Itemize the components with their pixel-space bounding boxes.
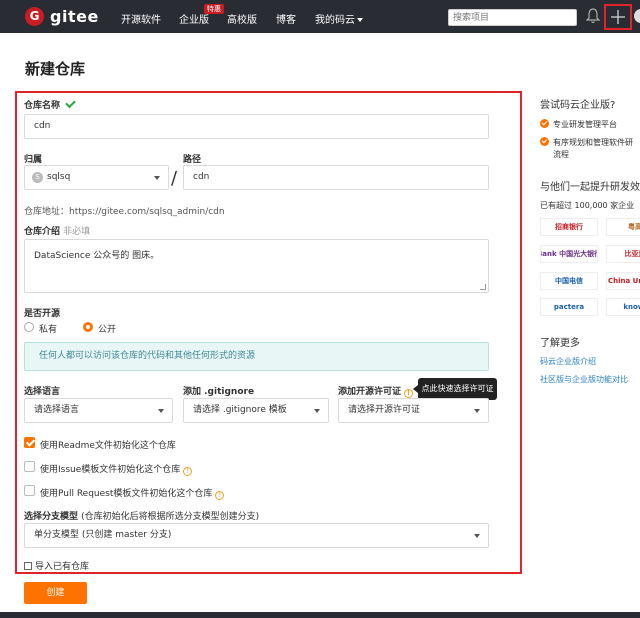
gitignore-label: 添加 .gitignore (183, 387, 255, 397)
branch-model-label: 选择分支模型 (仓库初始化后将根据所选分支模型创建分支) (24, 509, 259, 522)
plus-icon (611, 10, 625, 24)
logo-byd: 比亚迪 (606, 245, 640, 263)
owner-select-value: sqlsq (47, 172, 71, 182)
sidebar-feature-2: 有序规划和管理软件研 (553, 138, 633, 147)
nav-blog[interactable]: 博客 (276, 11, 296, 26)
user-avatar[interactable] (634, 9, 640, 23)
branch-model-select[interactable]: 单分支模型 (只创建 master 分支) (24, 523, 489, 548)
info-icon[interactable]: ! (404, 389, 414, 398)
path-label: 路径 (183, 155, 202, 165)
gitee-logo-text[interactable]: gitee (50, 7, 99, 26)
desc-label-text: 仓库介绍 (24, 227, 61, 237)
owner-select[interactable]: S sqlsq (24, 165, 169, 190)
nav-education[interactable]: 高校版 (227, 11, 257, 26)
sidebar-section2-title: 与他们一起提升研发效 (540, 182, 640, 193)
info-icon[interactable]: ! (183, 467, 193, 476)
open-source-label: 是否开源 (24, 309, 61, 319)
bell-icon[interactable] (586, 8, 600, 24)
chevron-down-icon (357, 18, 363, 22)
branch-model-select-value: 单分支模型 (只创建 master 分支) (34, 530, 172, 540)
chevron-down-icon (154, 176, 160, 180)
link-compare[interactable]: 社区版与企业版功能对比 (540, 374, 628, 385)
chevron-down-icon (474, 534, 480, 538)
sidebar-stats: 已有超过 100,000 家企业 (540, 201, 635, 210)
logo-yuegao: 粤高 (606, 218, 640, 236)
branch-model-label-text: 选择分支模型 (24, 512, 79, 522)
owner-avatar: S (32, 172, 43, 183)
sidebar-title: 尝试码云企业版? (540, 100, 616, 111)
nav-open-source[interactable]: 开源软件 (121, 11, 161, 26)
gitee-logo-icon[interactable]: G (25, 7, 44, 26)
radio-private-label[interactable]: 私有 (39, 322, 57, 335)
hot-badge: 特惠 (204, 4, 224, 14)
desc-optional-hint: 非必填 (63, 227, 91, 237)
resize-handle-icon[interactable] (480, 284, 486, 290)
nav-my-gitee-label: 我的码云 (315, 15, 355, 26)
desc-textarea[interactable]: DataScience 公众号的 图床。 (24, 239, 489, 293)
info-icon[interactable]: ! (215, 491, 225, 500)
logo-china-telecom: 中国电信 (540, 272, 598, 290)
public-info-box: 任何人都可以访问该仓库的代码和其他任何形式的资源 (24, 342, 489, 371)
language-select-value: 请选择语言 (34, 405, 80, 415)
license-tooltip: 点此快速选择许可证 (418, 378, 497, 400)
import-repo-link-text: 导入已有仓库 (35, 562, 90, 572)
check-icon (65, 97, 76, 109)
pr-checkbox-label[interactable]: 使用Pull Request模板文件初始化这个仓库! (40, 486, 225, 500)
chevron-down-icon (158, 409, 164, 413)
pr-checkbox-label-text: 使用Pull Request模板文件初始化这个仓库 (40, 489, 213, 499)
radio-public[interactable] (83, 322, 93, 332)
radio-private[interactable] (24, 322, 34, 332)
chevron-down-icon (474, 409, 480, 413)
sidebar-feature-2-cont: 流程 (553, 150, 569, 159)
language-label: 选择语言 (24, 387, 61, 397)
repo-name-input[interactable]: cdn (24, 114, 489, 139)
logo-pactera: pactera (540, 298, 598, 316)
issue-checkbox[interactable] (24, 461, 35, 472)
readme-checkbox[interactable] (24, 437, 35, 448)
check-circle-icon (540, 137, 549, 146)
logo-ceb: Bank 中国光大银行 (540, 245, 598, 263)
search-input[interactable] (448, 9, 577, 26)
language-select[interactable]: 请选择语言 (24, 398, 173, 423)
issue-checkbox-label[interactable]: 使用Issue模板文件初始化这个仓库! (40, 462, 193, 476)
chevron-down-icon (314, 409, 320, 413)
branch-model-hint: (仓库初始化后将根据所选分支模型创建分支) (81, 512, 260, 522)
desc-label: 仓库介绍 非必填 (24, 224, 90, 237)
learn-more-title: 了解更多 (540, 338, 580, 349)
nav-my-gitee[interactable]: 我的码云 (315, 11, 363, 26)
logo-knowl: knowl (606, 298, 640, 316)
license-label-text: 添加开源许可证 (338, 387, 402, 397)
readme-checkbox-label[interactable]: 使用Readme文件初始化这个仓库 (40, 438, 176, 451)
gitignore-select[interactable]: 请选择 .gitignore 模板 (183, 398, 329, 423)
owner-label: 归属 (24, 155, 43, 165)
license-label: 添加开源许可证! (338, 384, 414, 398)
check-circle-icon (540, 119, 549, 128)
license-select-value: 请选择开源许可证 (348, 405, 421, 415)
link-enterprise-intro[interactable]: 码云企业版介绍 (540, 356, 596, 367)
radio-public-label[interactable]: 公开 (98, 322, 116, 335)
path-input[interactable]: cdn (183, 165, 489, 190)
logo-china-unicom: China Unicom (606, 272, 640, 290)
gitignore-select-value: 请选择 .gitignore 模板 (193, 405, 287, 415)
logo-cmb: 招商银行 (540, 218, 598, 236)
import-icon (24, 562, 32, 570)
bottom-bar (0, 612, 640, 618)
repo-address: 仓库地址：https://gitee.com/sqlsq_admin/cdn (24, 207, 225, 217)
repo-name-label-text: 仓库名称 (24, 101, 61, 111)
issue-checkbox-label-text: 使用Issue模板文件初始化这个仓库 (40, 465, 181, 475)
repo-name-label: 仓库名称 (24, 97, 76, 111)
top-navbar: G gitee 开源软件 企业版 特惠 高校版 博客 我的码云 (0, 0, 640, 33)
import-repo-link[interactable]: 导入已有仓库 (24, 559, 89, 572)
license-select[interactable]: 请选择开源许可证 (338, 398, 489, 423)
desc-textarea-value: DataScience 公众号的 图床。 (34, 251, 160, 261)
page-title: 新建仓库 (25, 60, 86, 78)
create-button[interactable]: 创建 (24, 582, 87, 604)
highlight-frame (15, 91, 522, 574)
pr-checkbox[interactable] (24, 485, 35, 496)
path-separator: / (171, 168, 178, 189)
new-repo-plus-button[interactable] (604, 4, 632, 30)
sidebar-feature-1: 专业研发管理平台 (553, 120, 617, 129)
